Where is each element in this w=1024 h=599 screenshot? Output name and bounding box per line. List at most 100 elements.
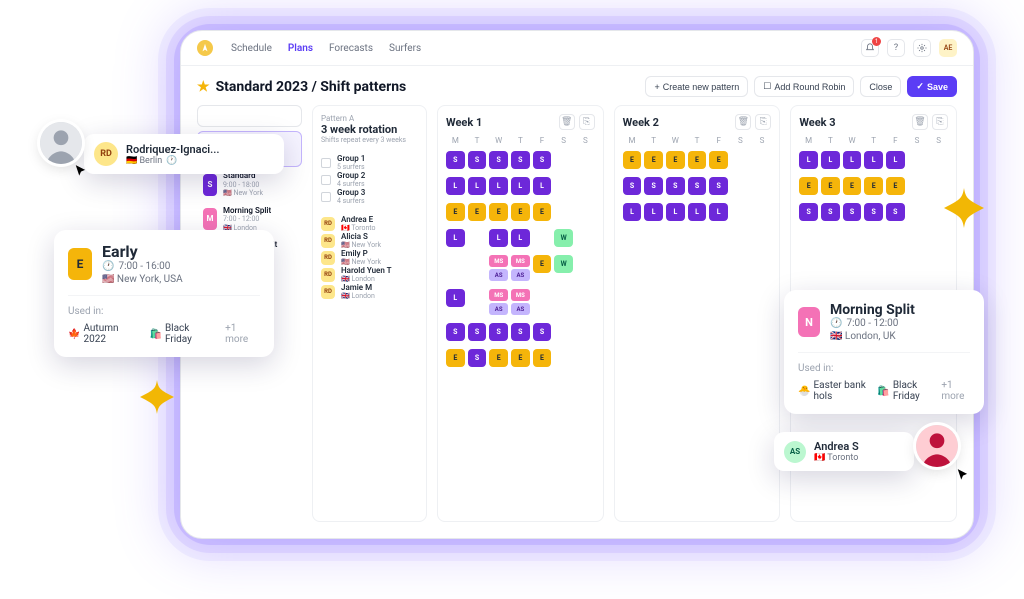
user-avatar[interactable]: AE	[939, 39, 957, 57]
shift-chip[interactable]	[929, 151, 948, 169]
shift-chip[interactable]	[753, 203, 772, 221]
plan-tag[interactable]: 🍁 Autumn 2022	[68, 323, 139, 345]
shift-chip[interactable]: L	[864, 151, 883, 169]
shift-chip[interactable]: S	[489, 323, 508, 341]
app-logo[interactable]	[197, 40, 213, 56]
shift-chip[interactable]	[731, 151, 750, 169]
shift-chip[interactable]: L	[511, 229, 530, 247]
shift-chip[interactable]: AS	[511, 269, 530, 281]
shift-chip[interactable]: E	[446, 203, 465, 221]
shift-chip[interactable]: W	[554, 229, 573, 247]
group-row[interactable]: Group 24 surfers	[321, 171, 418, 188]
shift-chip[interactable]: S	[623, 177, 642, 195]
shift-chip[interactable]	[554, 151, 573, 169]
shift-chip[interactable]: W	[554, 255, 573, 273]
shift-chip[interactable]: E	[623, 151, 642, 169]
shift-chip[interactable]: MS	[511, 289, 530, 301]
shift-chip[interactable]: L	[644, 203, 663, 221]
shift-chip[interactable]	[753, 177, 772, 195]
shift-chip[interactable]: S	[864, 203, 883, 221]
add-round-robin-button[interactable]: ☐ Add Round Robin	[754, 76, 854, 97]
notifications-button[interactable]: 1	[861, 39, 879, 57]
shift-chip[interactable]	[753, 151, 772, 169]
shift-search[interactable]	[197, 105, 302, 127]
shift-chip[interactable]: S	[511, 323, 530, 341]
shift-chip[interactable]: L	[623, 203, 642, 221]
shift-chip[interactable]	[576, 177, 595, 195]
shift-chip[interactable]: S	[799, 203, 818, 221]
delete-week-button[interactable]: 🗑	[912, 114, 928, 130]
nav-surfers[interactable]: Surfers	[389, 43, 421, 54]
shift-chip[interactable]: L	[446, 289, 465, 307]
checkbox[interactable]	[321, 192, 331, 202]
shift-chip[interactable]: L	[886, 151, 905, 169]
shift-chip[interactable]: MS	[511, 255, 530, 267]
shift-chip[interactable]: E	[709, 151, 728, 169]
shift-chip[interactable]: E	[864, 177, 883, 195]
shift-chip[interactable]: E	[533, 349, 552, 367]
copy-week-button[interactable]: ⎘	[932, 114, 948, 130]
shift-chip[interactable]: L	[799, 151, 818, 169]
shift-chip[interactable]: S	[688, 177, 707, 195]
person-row[interactable]: RDHarold Yuen T🇬🇧 London	[321, 266, 418, 283]
copy-week-button[interactable]: ⎘	[755, 114, 771, 130]
person-row[interactable]: RDAlicia S🇺🇸 New York	[321, 232, 418, 249]
shift-chip[interactable]: L	[468, 177, 487, 195]
plan-tag[interactable]: 🐣 Easter bank hols	[798, 380, 867, 402]
shift-chip[interactable]: E	[468, 203, 487, 221]
shift-chip[interactable]: AS	[489, 303, 508, 315]
shift-chip[interactable]	[908, 177, 927, 195]
group-row[interactable]: Group 34 surfers	[321, 188, 418, 205]
delete-week-button[interactable]: 🗑	[735, 114, 751, 130]
shift-chip[interactable]: E	[688, 151, 707, 169]
plan-tag[interactable]: 🛍️ Black Friday	[877, 380, 931, 402]
shift-chip[interactable]	[554, 203, 573, 221]
shift-chip[interactable]: S	[446, 323, 465, 341]
delete-week-button[interactable]: 🗑	[559, 114, 575, 130]
help-button[interactable]: ?	[887, 39, 905, 57]
shift-chip[interactable]: S	[666, 177, 685, 195]
close-button[interactable]: Close	[860, 76, 901, 97]
shift-chip[interactable]: AS	[489, 269, 508, 281]
shift-chip[interactable]: E	[666, 151, 685, 169]
shift-chip[interactable]: E	[821, 177, 840, 195]
plan-tag[interactable]: 🛍️ Black Friday	[149, 323, 215, 345]
shift-chip[interactable]: S	[468, 151, 487, 169]
shift-chip[interactable]: E	[511, 203, 530, 221]
shift-chip[interactable]: L	[533, 177, 552, 195]
shift-chip[interactable]	[576, 151, 595, 169]
shift-chip[interactable]	[908, 151, 927, 169]
shift-chip[interactable]: E	[644, 151, 663, 169]
create-pattern-button[interactable]: + Create new pattern	[645, 76, 748, 97]
shift-chip[interactable]	[576, 203, 595, 221]
save-button[interactable]: ✓ Save	[907, 76, 957, 97]
more-link[interactable]: +1 more	[225, 323, 260, 345]
shift-chip[interactable]: E	[489, 203, 508, 221]
shift-chip[interactable]: S	[468, 349, 487, 367]
person-row[interactable]: RDJamie M🇬🇧 London	[321, 283, 418, 300]
checkbox[interactable]	[321, 175, 331, 185]
shift-chip[interactable]: L	[446, 229, 465, 247]
shift-chip[interactable]: E	[886, 177, 905, 195]
shift-chip[interactable]: L	[446, 177, 465, 195]
shift-chip[interactable]: L	[821, 151, 840, 169]
shift-chip[interactable]: L	[489, 177, 508, 195]
shift-chip[interactable]: E	[533, 203, 552, 221]
shift-chip[interactable]: L	[843, 151, 862, 169]
shift-chip[interactable]: E	[843, 177, 862, 195]
shift-chip[interactable]: S	[709, 177, 728, 195]
shift-chip[interactable]: E	[446, 349, 465, 367]
shift-chip[interactable]: L	[709, 203, 728, 221]
shift-chip[interactable]: S	[489, 151, 508, 169]
shift-chip[interactable]: S	[821, 203, 840, 221]
group-row[interactable]: Group 15 surfers	[321, 154, 418, 171]
shift-chip[interactable]: L	[666, 203, 685, 221]
shift-chip[interactable]: L	[511, 177, 530, 195]
shift-chip[interactable]: S	[533, 151, 552, 169]
shift-chip[interactable]: E	[799, 177, 818, 195]
more-link[interactable]: +1 more	[941, 380, 970, 402]
checkbox[interactable]	[321, 158, 331, 168]
shift-chip[interactable]: L	[489, 229, 508, 247]
nav-forecasts[interactable]: Forecasts	[329, 43, 373, 54]
nav-schedule[interactable]: Schedule	[231, 43, 272, 54]
